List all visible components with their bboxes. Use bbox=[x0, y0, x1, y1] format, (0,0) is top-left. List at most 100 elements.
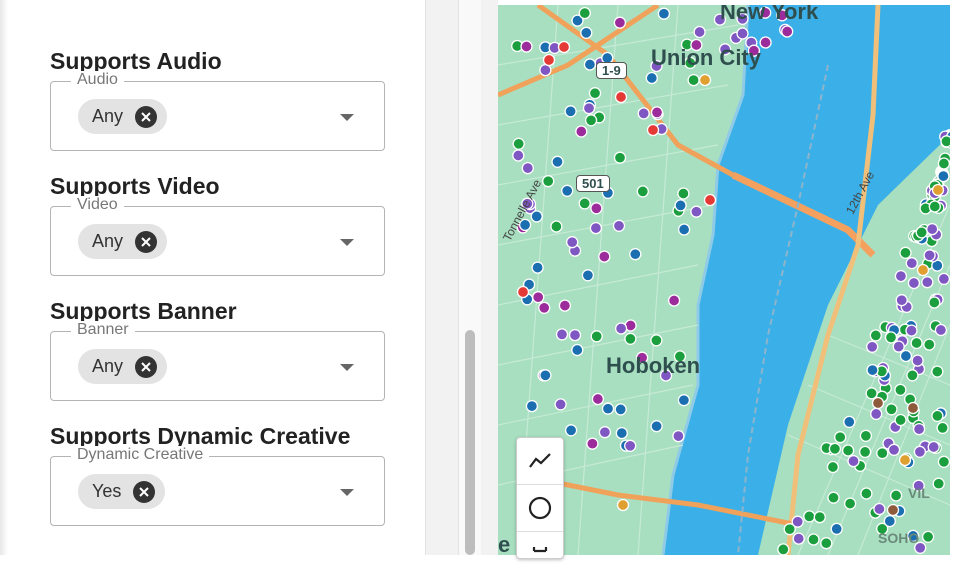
location-marker bbox=[571, 343, 584, 357]
trend-line-icon[interactable] bbox=[517, 438, 563, 485]
location-marker bbox=[613, 151, 627, 164]
location-marker bbox=[568, 328, 582, 342]
chevron-down-icon[interactable] bbox=[340, 239, 354, 246]
location-marker bbox=[895, 294, 908, 307]
location-marker bbox=[866, 363, 879, 377]
location-marker bbox=[629, 248, 642, 261]
location-marker bbox=[687, 73, 700, 87]
location-marker bbox=[906, 401, 920, 415]
location-marker bbox=[561, 184, 574, 197]
ruler-icon[interactable] bbox=[517, 532, 563, 578]
audio-select[interactable]: Audio Any bbox=[50, 71, 385, 151]
route-shield-19: 1-9 bbox=[596, 62, 627, 79]
location-marker bbox=[615, 426, 628, 440]
location-marker bbox=[551, 155, 564, 168]
selected-chip: Any bbox=[78, 224, 168, 259]
location-marker bbox=[636, 185, 649, 198]
location-marker bbox=[826, 460, 840, 474]
chevron-down-icon[interactable] bbox=[340, 364, 354, 371]
location-marker bbox=[937, 157, 950, 170]
location-marker bbox=[580, 26, 593, 39]
location-marker bbox=[921, 276, 934, 289]
location-marker bbox=[525, 399, 539, 413]
location-marker bbox=[531, 261, 544, 274]
location-marker bbox=[885, 403, 898, 416]
map-label-new-york: New York bbox=[720, 5, 819, 24]
location-marker bbox=[677, 187, 690, 200]
location-marker bbox=[883, 514, 896, 528]
selected-chip: Any bbox=[78, 349, 168, 384]
location-marker bbox=[677, 394, 691, 407]
scrollbar-thumb[interactable] bbox=[465, 330, 475, 555]
location-marker bbox=[923, 249, 936, 262]
location-marker bbox=[906, 369, 919, 382]
chevron-down-icon[interactable] bbox=[340, 489, 354, 496]
location-marker bbox=[564, 424, 578, 437]
remove-chip-icon[interactable] bbox=[135, 105, 158, 128]
chip-label: Any bbox=[92, 231, 124, 251]
location-marker bbox=[578, 6, 591, 20]
location-marker bbox=[520, 40, 533, 53]
location-marker bbox=[674, 199, 687, 212]
location-marker bbox=[912, 422, 926, 436]
location-marker bbox=[940, 135, 950, 148]
location-marker bbox=[820, 537, 833, 550]
location-marker bbox=[589, 221, 603, 235]
location-marker bbox=[588, 87, 602, 100]
location-marker bbox=[894, 413, 907, 427]
location-marker bbox=[598, 426, 612, 439]
location-marker bbox=[899, 349, 913, 363]
circle-icon[interactable] bbox=[517, 485, 563, 532]
banner-select[interactable]: Banner Any bbox=[50, 321, 385, 401]
chevron-down-icon[interactable] bbox=[340, 114, 354, 121]
location-marker bbox=[905, 324, 918, 337]
map-view[interactable]: New York Union City Hoboken e City VIL S… bbox=[498, 5, 950, 555]
map-label-village: VIL bbox=[908, 485, 930, 501]
location-marker bbox=[582, 102, 596, 115]
location-marker bbox=[598, 250, 611, 263]
location-marker bbox=[564, 105, 577, 118]
dynamic-creative-select[interactable]: Dynamic Creative Yes bbox=[50, 446, 385, 526]
location-marker bbox=[813, 510, 826, 524]
location-marker bbox=[915, 226, 928, 239]
remove-chip-icon[interactable] bbox=[135, 355, 158, 378]
remove-chip-icon[interactable] bbox=[135, 230, 158, 253]
location-marker bbox=[590, 202, 603, 215]
field-legend: Dynamic Creative bbox=[71, 446, 210, 464]
location-marker bbox=[677, 223, 691, 236]
location-marker bbox=[650, 420, 663, 433]
location-marker bbox=[693, 25, 706, 39]
location-marker bbox=[575, 125, 588, 138]
location-marker bbox=[646, 123, 660, 137]
location-marker bbox=[931, 183, 945, 197]
location-marker bbox=[550, 220, 563, 233]
location-marker bbox=[542, 175, 555, 188]
location-marker bbox=[843, 497, 857, 510]
location-marker bbox=[512, 149, 525, 162]
location-marker bbox=[614, 322, 628, 335]
remove-chip-icon[interactable] bbox=[133, 480, 156, 503]
chip-label: Yes bbox=[92, 481, 122, 501]
location-marker bbox=[803, 510, 816, 523]
selected-chip: Yes bbox=[78, 474, 166, 509]
video-select[interactable]: Video Any bbox=[50, 196, 385, 276]
filter-banner: Supports Banner Banner Any bbox=[50, 297, 385, 401]
location-marker bbox=[690, 205, 703, 218]
location-marker bbox=[841, 444, 855, 457]
location-marker bbox=[884, 331, 898, 344]
location-marker bbox=[759, 36, 772, 49]
location-marker bbox=[539, 63, 552, 77]
location-marker bbox=[866, 340, 879, 353]
location-marker bbox=[937, 455, 950, 468]
location-marker bbox=[542, 53, 556, 67]
location-marker bbox=[601, 402, 615, 415]
location-marker bbox=[584, 114, 598, 127]
location-marker bbox=[892, 340, 905, 353]
location-marker bbox=[936, 421, 949, 435]
location-marker bbox=[591, 392, 605, 406]
location-marker bbox=[830, 522, 843, 536]
location-marker bbox=[858, 445, 872, 459]
location-marker bbox=[583, 58, 597, 71]
location-marker bbox=[637, 107, 650, 120]
location-marker bbox=[859, 429, 873, 442]
